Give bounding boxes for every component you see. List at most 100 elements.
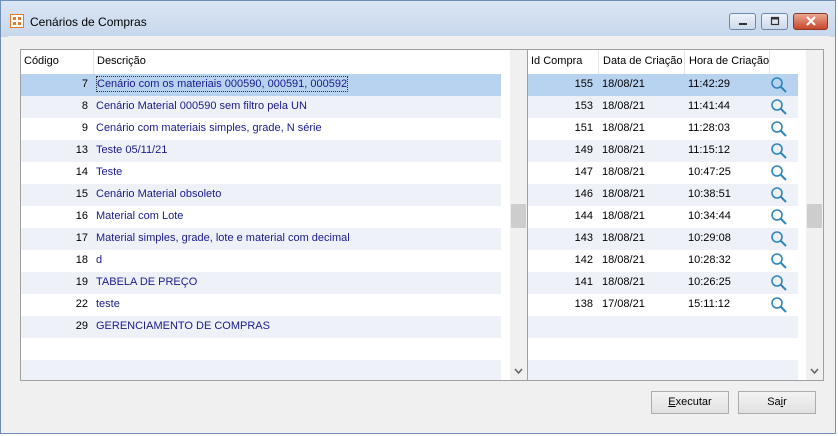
column-header-date[interactable]: Data de Criação [603,55,683,67]
cell-code: 7 [81,78,88,90]
table-row[interactable]: 29 GERENCIAMENTO DE COMPRAS [21,316,501,338]
cell-description: Teste [96,166,123,178]
search-icon[interactable] [770,252,788,270]
cell-id: 147 [574,166,593,178]
cell-code: 14 [75,166,88,178]
empty-row [21,360,501,380]
empty-row [528,338,798,360]
cell-time: 11:42:29 [688,78,731,90]
maximize-icon [770,16,779,26]
search-icon[interactable] [770,164,788,182]
column-header-time[interactable]: Hora de Criação [689,55,769,67]
window-title: Cenários de Compras [30,15,147,29]
title-bar[interactable]: Cenários de Compras [1,1,835,37]
search-icon[interactable] [770,274,788,292]
search-icon[interactable] [770,98,788,116]
purchases-grid[interactable]: Id Compra Data de Criação Hora de Criaçã… [527,49,824,381]
table-row[interactable]: 15 Cenário Material obsoleto [21,184,501,206]
cell-code: 15 [75,188,88,200]
cell-id: 153 [574,100,593,112]
cell-time: 15:11:12 [688,298,731,310]
cell-time: 10:26:25 [688,276,731,288]
table-row[interactable]: 142 18/08/21 10:28:32 [528,250,798,272]
table-row[interactable]: 22 teste [21,294,501,316]
table-row[interactable]: 155 18/08/21 11:42:29 [528,74,798,96]
search-icon[interactable] [770,186,788,204]
client-area: Código Descrição 7 Cenário com os materia… [8,36,830,428]
search-icon[interactable] [770,208,788,226]
search-icon[interactable] [770,76,788,94]
table-row[interactable]: 16 Material com Lote [21,206,501,228]
table-row[interactable]: 153 18/08/21 11:41:44 [528,96,798,118]
scrollbar-thumb[interactable] [511,204,526,228]
cell-description: TABELA DE PREÇO [96,276,198,288]
search-icon[interactable] [770,120,788,138]
cell-code: 13 [75,144,88,156]
close-button[interactable] [793,13,828,30]
cell-description: d [96,254,103,266]
table-row[interactable]: 143 18/08/21 10:29:08 [528,228,798,250]
table-row[interactable]: 144 18/08/21 10:34:44 [528,206,798,228]
cell-time: 10:29:08 [688,232,731,244]
search-icon[interactable] [770,142,788,160]
cell-time: 11:41:44 [688,100,731,112]
execute-accel: E [668,396,676,408]
cell-code: 18 [75,254,88,266]
scenarios-grid[interactable]: Código Descrição 7 Cenário com os materia… [20,49,528,381]
cell-code: 17 [75,232,88,244]
cell-id: 144 [574,210,593,222]
cell-date: 18/08/21 [602,100,645,112]
column-header-description[interactable]: Descrição [97,55,146,67]
search-icon[interactable] [770,296,788,314]
cell-time: 11:28:03 [688,122,731,134]
search-icon[interactable] [770,230,788,248]
cell-time: 10:34:44 [688,210,731,222]
cell-description: Material com Lote [96,210,184,222]
scroll-down-button[interactable] [806,363,823,380]
exit-label-end: r [783,396,787,408]
table-row[interactable]: 141 18/08/21 10:26:25 [528,272,798,294]
exit-button[interactable]: Sair [738,391,816,414]
cell-date: 17/08/21 [602,298,645,310]
cell-time: 10:28:32 [688,254,731,266]
maximize-button[interactable] [761,13,788,30]
cell-date: 18/08/21 [602,210,645,222]
table-row[interactable]: 19 TABELA DE PREÇO [21,272,501,294]
cell-description: Teste 05/11/21 [96,144,168,156]
execute-button[interactable]: Executar [651,391,729,414]
table-row[interactable]: 18 d [21,250,501,272]
table-row[interactable]: 13 Teste 05/11/21 [21,140,501,162]
table-row[interactable]: 14 Teste [21,162,501,184]
table-row[interactable]: 17 Material simples, grade, lote e materi… [21,228,501,250]
cell-date: 18/08/21 [602,144,645,156]
scenarios-scrollbar[interactable] [510,50,527,380]
column-header-code[interactable]: Código [24,55,59,67]
app-icon [10,14,24,28]
purchases-header: Id Compra Data de Criação Hora de Criaçã… [528,50,808,74]
cell-code: 19 [75,276,88,288]
table-row[interactable]: 146 18/08/21 10:38:51 [528,184,798,206]
cell-code: 29 [75,320,88,332]
cell-description: Cenário com os materiais 000590, 000591,… [96,76,349,92]
cell-date: 18/08/21 [602,232,645,244]
minimize-button[interactable] [729,13,756,30]
table-row[interactable]: 149 18/08/21 11:15:12 [528,140,798,162]
empty-row [21,338,501,360]
table-row[interactable]: 138 17/08/21 15:11:12 [528,294,798,316]
cell-id: 141 [574,276,593,288]
table-row[interactable]: 8 Cenário Material 000590 sem filtro pela… [21,96,501,118]
cell-time: 10:47:25 [688,166,731,178]
table-row[interactable]: 7 Cenário com os materiais 000590, 000591… [21,74,501,96]
table-row[interactable]: 9 Cenário com materiais simples, grade, N… [21,118,501,140]
cell-id: 146 [574,188,593,200]
scenarios-header: Código Descrição [21,50,511,74]
cell-description: Cenário Material 000590 sem filtro pela … [96,100,307,112]
purchases-scrollbar[interactable] [806,50,823,380]
cell-id: 138 [574,298,593,310]
cell-description: teste [96,298,120,310]
scrollbar-thumb[interactable] [807,204,822,228]
scroll-down-button[interactable] [510,363,527,380]
column-header-id[interactable]: Id Compra [531,55,582,67]
table-row[interactable]: 147 18/08/21 10:47:25 [528,162,798,184]
table-row[interactable]: 151 18/08/21 11:28:03 [528,118,798,140]
